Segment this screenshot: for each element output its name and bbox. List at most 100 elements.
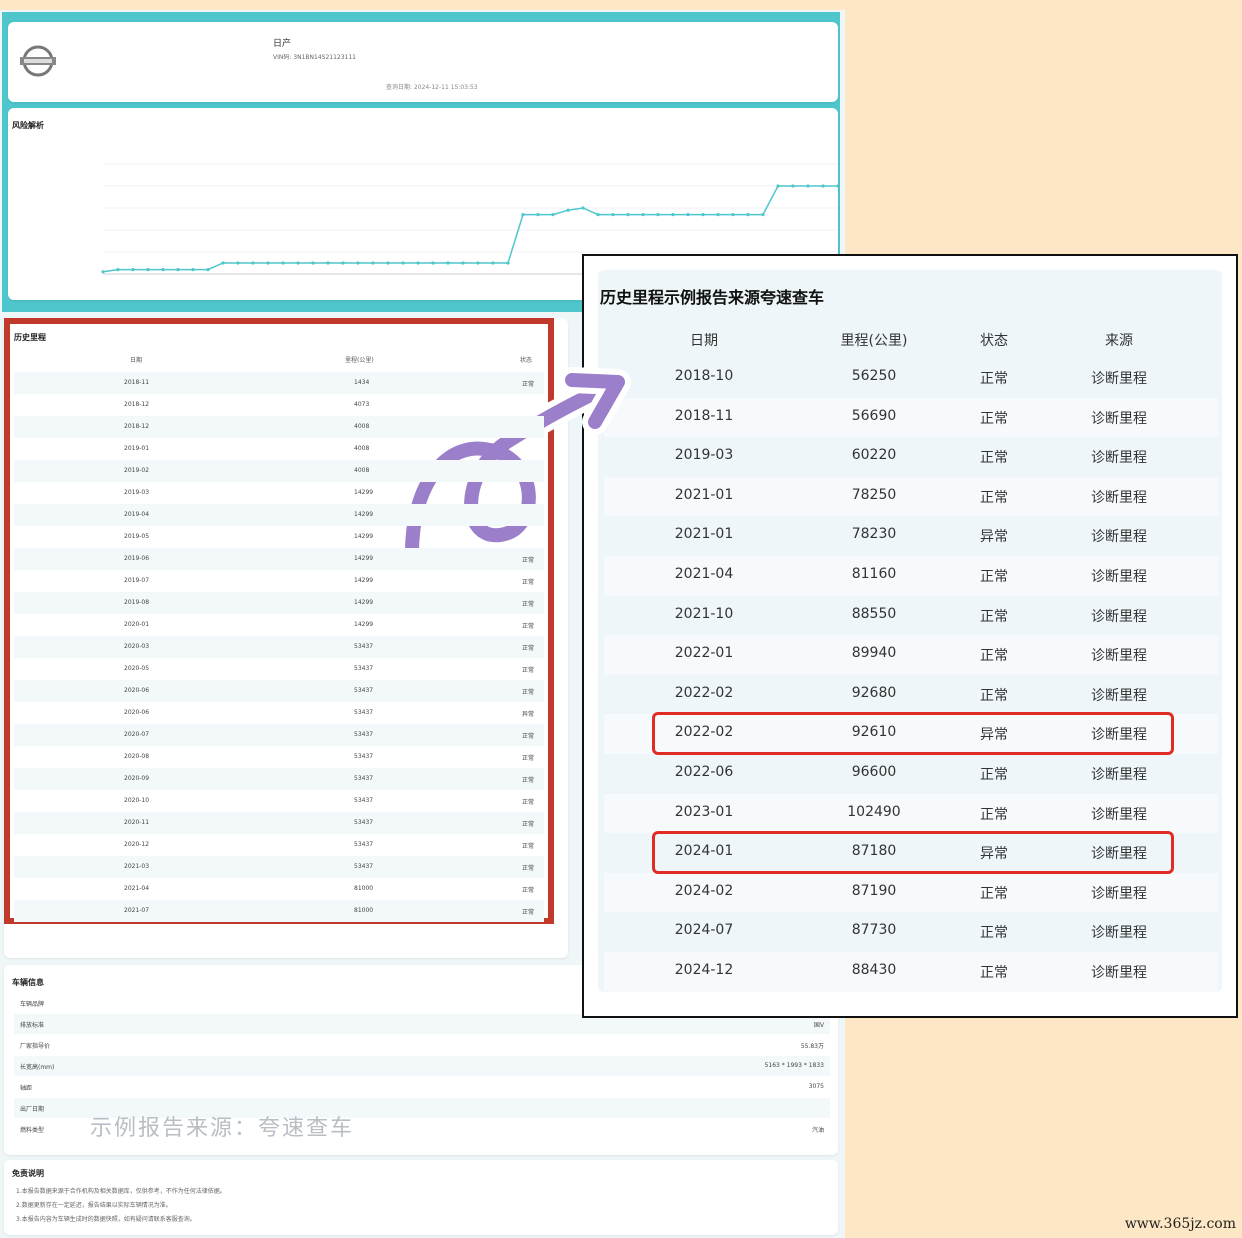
history-cell: 正常 [522, 843, 535, 850]
data-point [281, 261, 285, 265]
status-cell: 正常 [980, 410, 1008, 427]
status-cell: 正常 [980, 885, 1008, 902]
date-cell: 2019-03 [674, 447, 734, 464]
vehicle-title: 车辆信息 [12, 978, 44, 987]
data-point [341, 261, 345, 265]
data-point [671, 213, 675, 217]
status-cell: 正常 [980, 687, 1008, 704]
data-point [251, 261, 255, 265]
data-point [701, 213, 705, 217]
history-cell: 53437 [354, 687, 374, 694]
mileage-cell: 89940 [851, 645, 897, 662]
data-point [311, 261, 315, 265]
anomaly-highlight [652, 831, 1174, 875]
history-row: 2020-11 53437 正常 [14, 812, 544, 834]
source-cell: 诊断里程 [1091, 806, 1147, 823]
source-cell: 诊断里程 [1091, 885, 1147, 902]
mileage-row: 2019-03 60220 正常 诊断里程 [604, 437, 1218, 477]
source-cell: 诊断里程 [1091, 410, 1147, 427]
mileage-cell: 102490 [847, 803, 901, 820]
vehicle-label: 长宽高(mm) [20, 1064, 55, 1071]
history-row: 2018-12 4008 [14, 416, 544, 438]
history-cell: 2019-06 [124, 555, 150, 562]
history-row: 2018-12 4073 [14, 394, 544, 416]
history-cell: 2019-05 [124, 533, 150, 540]
history-row: 2020-06 53437 异常 [14, 702, 544, 724]
history-row: 2020-06 53437 正常 [14, 680, 544, 702]
date-cell: 2022-01 [674, 645, 734, 662]
history-cell: 2019-02 [124, 467, 150, 474]
data-point [806, 184, 810, 188]
status-cell: 正常 [980, 965, 1008, 981]
history-cell: 2020-01 [124, 621, 150, 628]
data-point [746, 213, 750, 217]
history-row: 2020-08 53437 正常 [14, 746, 544, 768]
history-cell: 正常 [522, 579, 535, 586]
history-cell: 正常 [522, 623, 535, 630]
history-cell: 53437 [354, 841, 374, 848]
history-cell: 2019-08 [124, 599, 150, 606]
data-point [206, 268, 210, 272]
history-cell: 2021-07 [124, 907, 150, 914]
source-cell: 诊断里程 [1091, 965, 1147, 981]
history-cell: 2020-09 [124, 775, 150, 782]
data-point [371, 261, 375, 265]
disclaimer-card: 免责说明 1.本报告数据来源于合作机构及相关数据库，仅供参考，不作为任何法律依据… [4, 1160, 838, 1235]
source-cell: 诊断里程 [1091, 489, 1147, 506]
mileage-row: 2023-01 102490 正常 诊断里程 [604, 793, 1218, 834]
history-cell: 2019-04 [124, 511, 150, 518]
data-point [611, 213, 615, 217]
disclaimer-title: 免责说明 [12, 1169, 44, 1178]
data-point [191, 268, 195, 272]
mileage-row: 2021-04 81160 正常 诊断里程 [604, 556, 1218, 596]
data-point [551, 213, 555, 217]
data-point [446, 261, 450, 265]
report-header: 日产 VIN码: 3N1BN14S21123111 查询日期: 2024-12-… [8, 22, 838, 102]
source-cell: 诊断里程 [1091, 371, 1147, 387]
history-row: 2020-05 53437 正常 [14, 658, 544, 680]
history-cell: 2020-05 [124, 665, 150, 672]
mileage-cell: 78230 [851, 526, 897, 543]
data-point [416, 261, 420, 265]
mileage-row: 2024-07 87730 正常 诊断里程 [604, 912, 1218, 952]
date-cell: 2021-01 [674, 486, 734, 503]
data-point [266, 261, 270, 265]
date-cell: 2021-04 [674, 566, 734, 582]
history-cell: 53437 [354, 863, 374, 870]
history-title: 历史里程 [14, 333, 46, 342]
history-cell: 2021-04 [124, 885, 150, 892]
history-column-header: 状态 [520, 357, 533, 364]
data-point [716, 213, 720, 217]
history-cell: 14299 [354, 489, 374, 496]
mileage-cell: 78250 [851, 486, 897, 503]
source-cell: 诊断里程 [1091, 450, 1147, 467]
disclaimer-line: 3.本报告内容为车辆生成时的数据快照，如有疑问请联系客服查询。 [16, 1216, 196, 1223]
history-cell: 正常 [522, 777, 535, 784]
history-row: 2019-08 14299 正常 [14, 592, 544, 614]
mileage-row: 2022-01 89940 正常 诊断里程 [604, 635, 1218, 675]
history-row: 2021-07 81000 正常 [14, 900, 544, 922]
date-cell: 2024-02 [674, 882, 734, 899]
source-cell: 诊断里程 [1091, 925, 1147, 942]
date-cell: 2018-10 [674, 368, 734, 384]
history-cell: 2020-06 [124, 687, 150, 694]
column-date: 日期 [690, 333, 718, 349]
history-cell: 14299 [354, 511, 374, 518]
date-cell: 2022-02 [674, 684, 734, 701]
data-point [656, 213, 660, 217]
history-cell: 2019-03 [124, 489, 150, 496]
date-cell: 2021-10 [674, 605, 734, 622]
data-point [401, 261, 405, 265]
data-point [491, 261, 495, 265]
history-cell: 2018-12 [124, 401, 150, 408]
mileage-cell: 92680 [851, 684, 897, 701]
history-cell: 2020-06 [124, 709, 150, 716]
history-cell: 2018-11 [124, 379, 150, 386]
data-point [521, 213, 525, 217]
history-cell: 正常 [522, 689, 535, 696]
data-point [566, 208, 570, 212]
history-cell: 异常 [522, 711, 535, 718]
history-cell: 2019-01 [124, 445, 150, 452]
data-point [641, 213, 645, 217]
status-cell: 正常 [980, 806, 1008, 823]
